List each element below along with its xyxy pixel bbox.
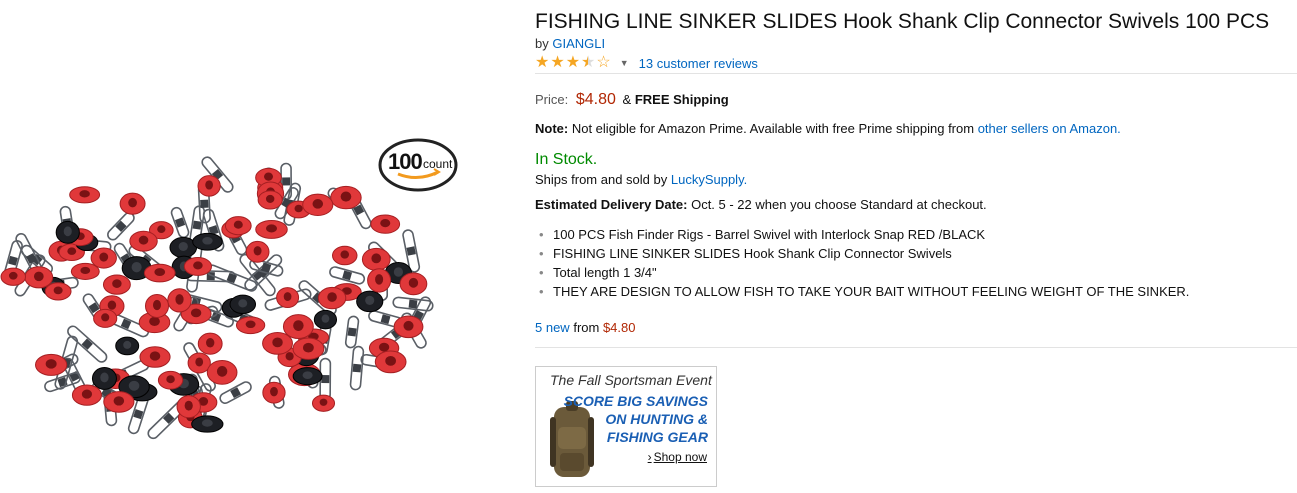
star-icon: ★ xyxy=(550,54,565,71)
new-offers-link[interactable]: 5 new xyxy=(535,320,570,335)
other-sellers-link[interactable]: other sellers on Amazon. xyxy=(978,121,1121,136)
caret-down-icon[interactable]: ▼ xyxy=(620,58,629,68)
star-empty-icon: ☆ xyxy=(596,54,611,71)
star-icon: ★ xyxy=(535,54,550,71)
feature-bullet: THEY ARE DESIGN TO ALLOW FISH TO TAKE YO… xyxy=(535,282,1189,301)
badge-number: 100 xyxy=(388,149,423,174)
price-value: $4.80 xyxy=(575,91,616,108)
shipping-amp: & xyxy=(622,92,632,107)
star-rating[interactable]: ★ ★ ★ ★ ☆ xyxy=(535,55,612,71)
ships-prefix: Ships from and sold by xyxy=(535,172,668,187)
ratings-row: ★ ★ ★ ★ ☆ ▼ 13 customer reviews xyxy=(535,54,758,72)
divider xyxy=(535,347,1297,348)
ad-body: SCORE BIG SAVINGS ON HUNTING & FISHING G… xyxy=(564,392,708,446)
badge-word: count xyxy=(423,157,453,171)
prime-note: Note: Not eligible for Amazon Prime. Ava… xyxy=(535,121,1121,136)
by-prefix: by xyxy=(535,36,549,51)
feature-bullet: Total length 1 3/4" xyxy=(535,263,1189,282)
ad-line: FISHING GEAR xyxy=(606,429,708,445)
shop-now-label: Shop now xyxy=(653,450,707,464)
star-half-icon: ★ xyxy=(581,54,596,71)
ad-line: ON HUNTING & xyxy=(605,411,708,427)
delivery-label: Estimated Delivery Date: xyxy=(535,197,688,212)
sportsman-ad[interactable]: The Fall Sportsman Event SCORE BIG SAVIN… xyxy=(535,366,717,487)
price-label: Price: xyxy=(535,92,569,107)
reviews-link[interactable]: 13 customer reviews xyxy=(639,56,758,71)
feature-bullets: 100 PCS Fish Finder Rigs - Barrel Swivel… xyxy=(535,225,1189,301)
byline: by GIANGLI xyxy=(535,36,605,51)
offers-row: 5 new from $4.80 xyxy=(535,320,636,335)
free-shipping: FREE Shipping xyxy=(634,92,729,107)
feature-bullet: 100 PCS Fish Finder Rigs - Barrel Swivel… xyxy=(535,225,1189,244)
ships-from: Ships from and sold by LuckySupply. xyxy=(535,172,747,187)
ad-line: SCORE BIG SAVINGS xyxy=(563,393,708,409)
note-text: Not eligible for Amazon Prime. Available… xyxy=(571,121,975,136)
product-title: FISHING LINE SINKER SLIDES Hook Shank Cl… xyxy=(535,10,1270,33)
stock-status: In Stock. xyxy=(535,151,598,168)
price-row: Price: $4.80 & FREE Shipping xyxy=(535,91,729,109)
brand-link[interactable]: GIANGLI xyxy=(552,36,605,51)
seller-link[interactable]: LuckySupply. xyxy=(671,172,747,187)
ad-headline: The Fall Sportsman Event xyxy=(550,372,712,388)
divider xyxy=(535,73,1297,74)
count-badge: 100 count xyxy=(378,138,458,192)
offers-from: from xyxy=(573,320,600,335)
note-label: Note: xyxy=(535,121,569,136)
delivery-estimate: Estimated Delivery Date: Oct. 5 - 22 whe… xyxy=(535,197,987,212)
feature-bullet: FISHING LINE SINKER SLIDES Hook Shank Cl… xyxy=(535,244,1189,263)
star-icon: ★ xyxy=(565,54,581,71)
shop-now-link[interactable]: › Shop now xyxy=(648,450,707,464)
delivery-text: Oct. 5 - 22 when you choose Standard at … xyxy=(691,197,987,212)
chevron-right-icon: › xyxy=(647,450,652,464)
offers-price: $4.80 xyxy=(602,320,636,335)
